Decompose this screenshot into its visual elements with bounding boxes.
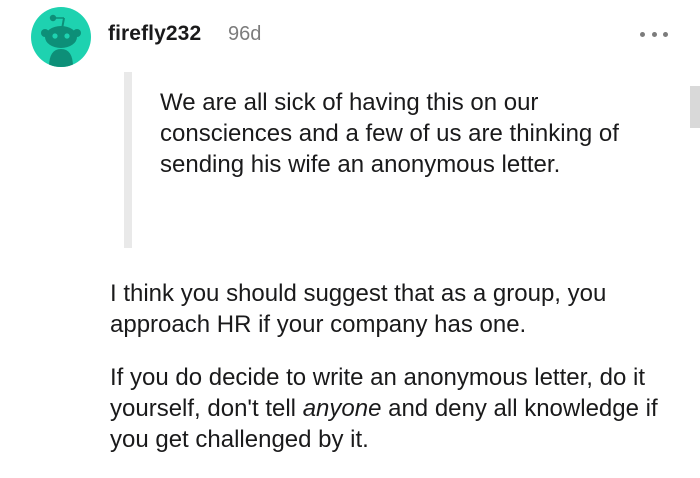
comment-paragraph-1: I think you should suggest that as a gro… xyxy=(110,280,607,338)
dot xyxy=(640,31,645,37)
scrollbar-thumb[interactable] xyxy=(690,86,700,128)
more-options-icon[interactable] xyxy=(640,22,668,46)
blockquote-text: We are all sick of having this on our co… xyxy=(160,89,619,178)
dot xyxy=(651,31,657,37)
comment-age: 96d xyxy=(228,23,262,45)
comment-paragraph-2: If you do decide to write an anonymous l… xyxy=(110,362,690,455)
comment: firefly232 96d We are all sick of having… xyxy=(0,0,700,478)
blockquote-bar xyxy=(124,72,132,248)
snoo-avatar-icon[interactable] xyxy=(31,7,91,67)
username[interactable]: firefly232 xyxy=(108,22,201,46)
emphasized-text: anyone xyxy=(302,395,382,422)
dot xyxy=(663,31,668,37)
